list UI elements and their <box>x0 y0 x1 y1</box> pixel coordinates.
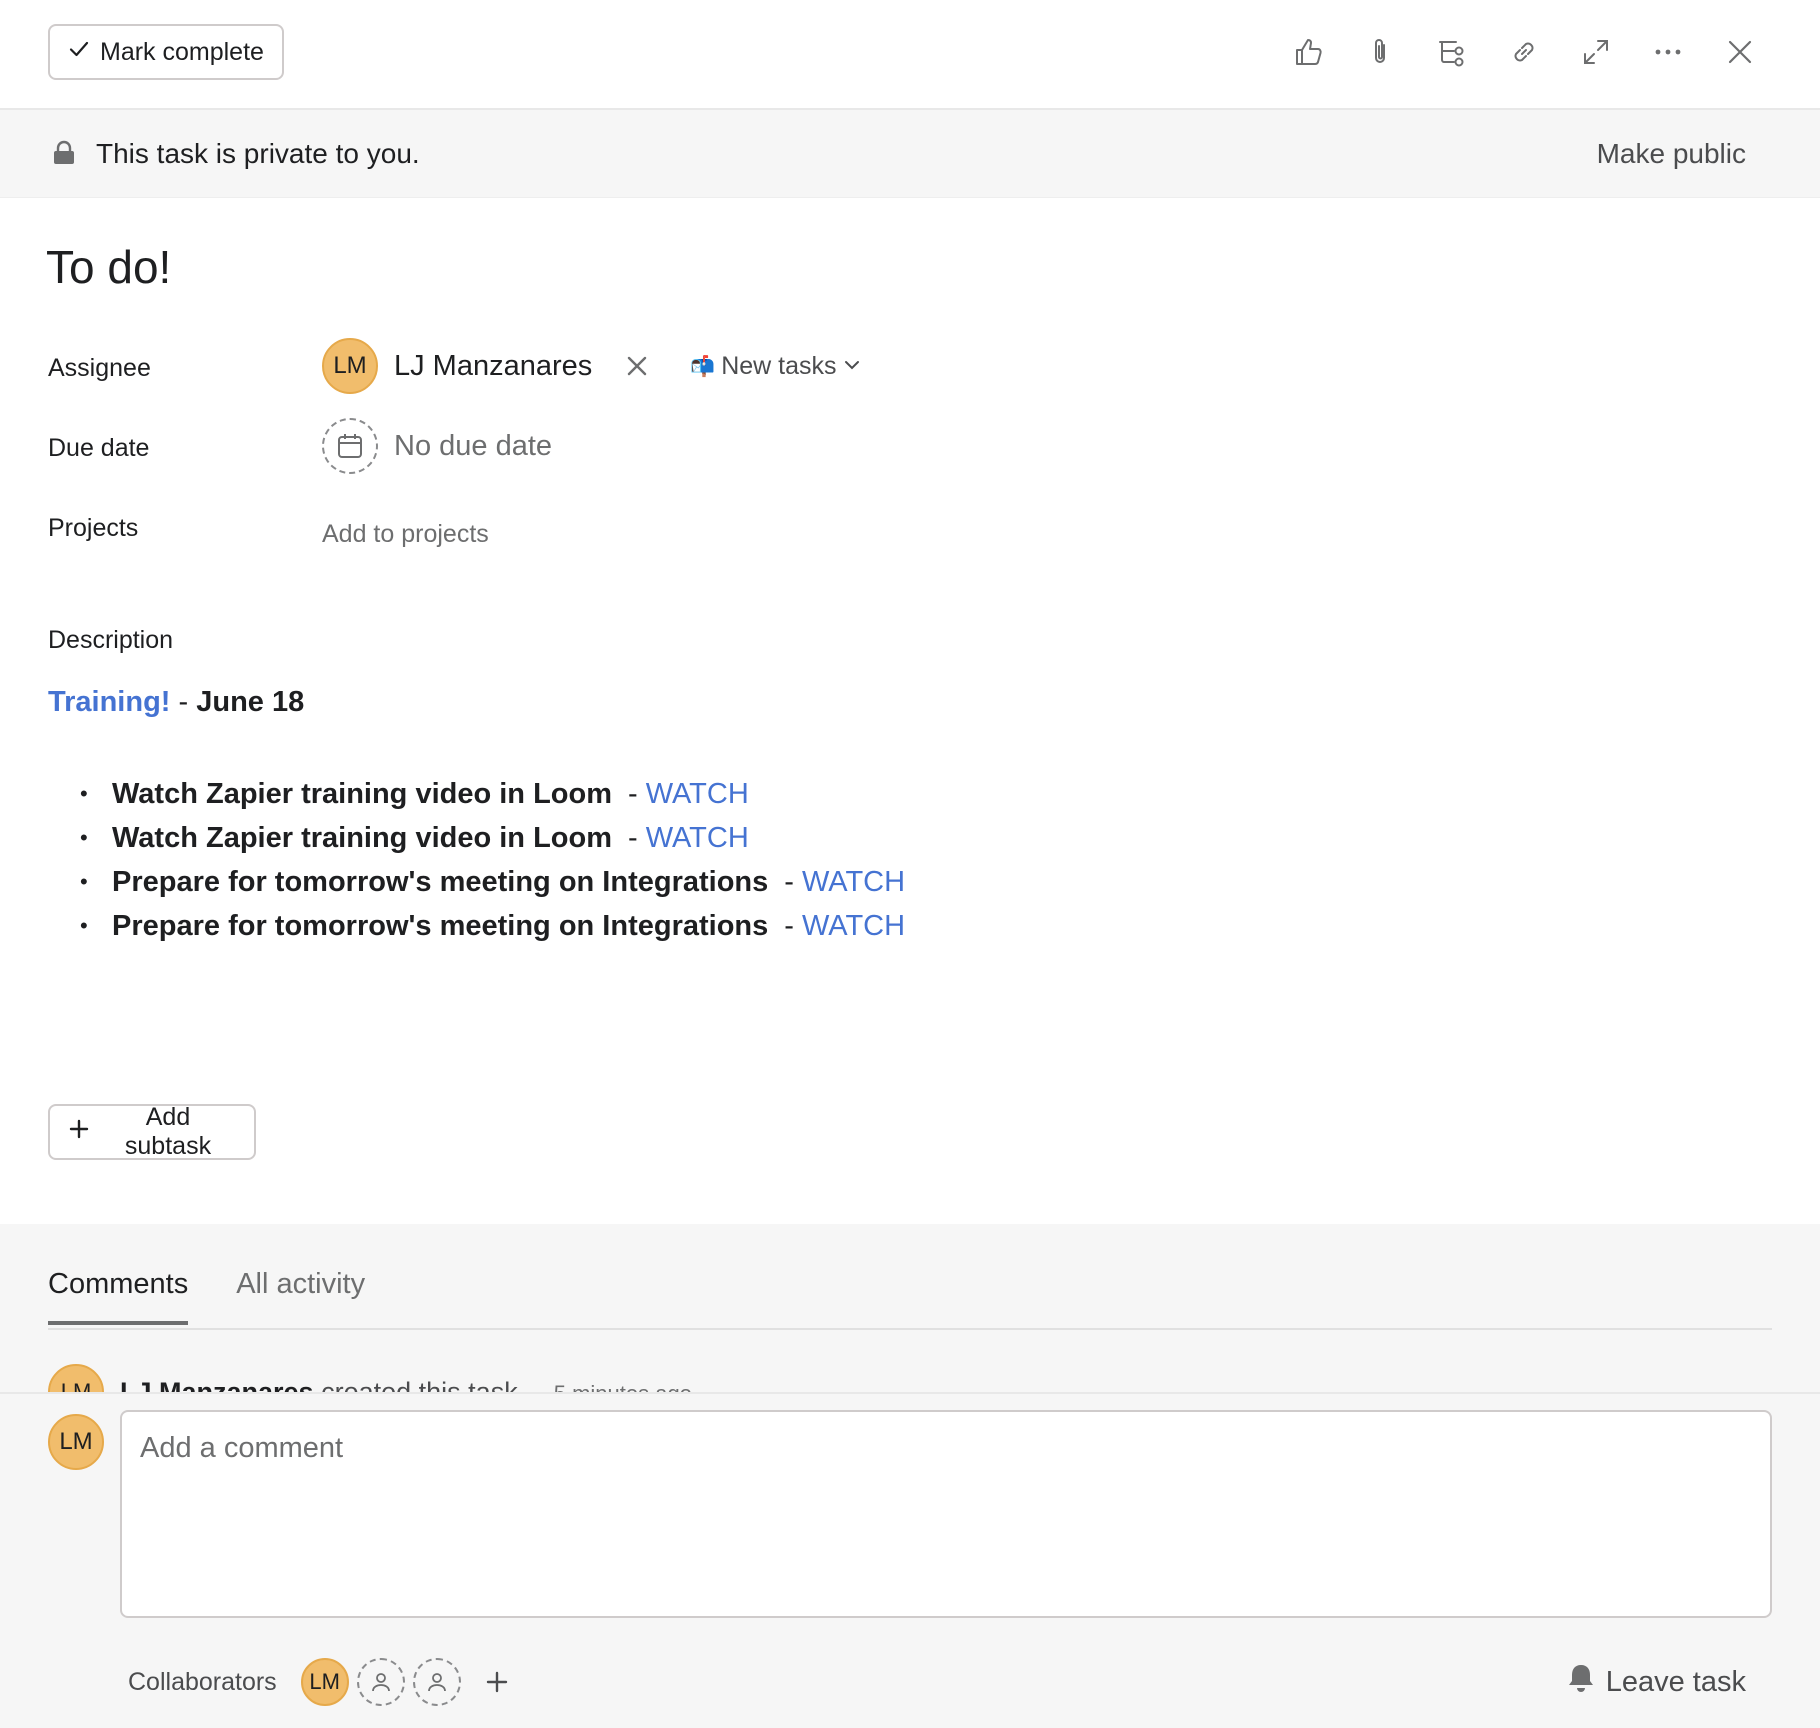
person-icon[interactable] <box>412 1658 461 1706</box>
more-icon[interactable] <box>1644 28 1692 76</box>
person-icon[interactable] <box>356 1658 405 1706</box>
assignee-label: Assignee <box>48 354 151 382</box>
list-item: • Watch Zapier training video in Loom - … <box>80 816 905 860</box>
list-item-text: Watch Zapier training video in Loom <box>112 777 613 810</box>
training-link[interactable]: Training! <box>48 686 170 718</box>
link-icon[interactable] <box>1500 28 1548 76</box>
tab-comments[interactable]: Comments <box>48 1268 189 1325</box>
description-list: • Watch Zapier training video in Loom - … <box>80 772 905 948</box>
watch-link[interactable]: WATCH <box>802 866 905 899</box>
toolbar-actions <box>1284 28 1764 76</box>
avatar: LM <box>48 1414 104 1470</box>
watch-link[interactable]: WATCH <box>646 822 749 855</box>
comment-composer: LM Collaborators LM Leave task <box>0 1392 1820 1728</box>
collaborators: Collaborators LM <box>128 1658 509 1706</box>
task-title[interactable]: To do! <box>46 240 171 294</box>
list-item: • Prepare for tomorrow's meeting on Inte… <box>80 860 905 904</box>
bullet: • <box>80 825 88 850</box>
attachment-icon[interactable] <box>1356 28 1404 76</box>
list-item-separator: - <box>784 865 794 898</box>
list-item: • Watch Zapier training video in Loom - … <box>80 772 905 816</box>
mark-complete-label: Mark complete <box>100 37 264 66</box>
bullet: • <box>80 781 88 806</box>
collaborators-label: Collaborators <box>128 1667 277 1696</box>
heading-date: June 18 <box>196 686 305 718</box>
comment-input[interactable] <box>120 1410 1772 1618</box>
due-date-field[interactable]: No due date <box>322 418 552 474</box>
mailbox-icon: 📬 <box>690 355 716 378</box>
lock-icon <box>52 140 76 171</box>
watch-link[interactable]: WATCH <box>646 778 749 811</box>
assignee-name[interactable]: LJ Manzanares <box>394 350 592 383</box>
plus-icon <box>68 1118 90 1147</box>
description-label: Description <box>48 626 174 654</box>
list-item-separator: - <box>784 909 794 942</box>
list-item-text: Prepare for tomorrow's meeting on Integr… <box>112 865 769 898</box>
heading-separator: - <box>178 686 189 718</box>
list-item-text: Watch Zapier training video in Loom <box>112 821 613 854</box>
bell-icon <box>1566 1662 1596 1702</box>
privacy-banner: This task is private to you. Make public <box>0 110 1820 198</box>
like-icon[interactable] <box>1284 28 1332 76</box>
leave-task-label: Leave task <box>1605 1665 1746 1698</box>
list-item-separator: - <box>628 777 638 810</box>
due-date-label: Due date <box>48 434 150 462</box>
subtask-icon[interactable] <box>1428 28 1476 76</box>
collaborator-avatar[interactable]: LM <box>300 1658 349 1706</box>
description-heading: Training! - June 18 <box>48 686 304 719</box>
add-subtask-label: Add subtask <box>124 1103 212 1160</box>
section-dropdown[interactable]: 📬 New tasks <box>690 352 860 381</box>
assignee-field[interactable]: LM LJ Manzanares 📬 New tasks <box>322 338 861 394</box>
remove-assignee-icon[interactable] <box>626 355 648 377</box>
list-item-separator: - <box>628 821 638 854</box>
task-toolbar: Mark complete <box>0 0 1820 110</box>
chevron-down-icon <box>843 352 861 381</box>
avatar: LM <box>322 338 378 394</box>
list-item: • Prepare for tomorrow's meeting on Inte… <box>80 904 905 948</box>
check-icon <box>68 38 90 67</box>
tab-all-activity[interactable]: All activity <box>236 1268 365 1325</box>
projects-label: Projects <box>48 514 139 542</box>
privacy-message: This task is private to you. <box>96 138 420 169</box>
calendar-icon <box>322 418 378 474</box>
due-date-value: No due date <box>394 429 553 462</box>
mark-complete-button[interactable]: Mark complete <box>48 24 284 80</box>
leave-task-button[interactable]: Leave task <box>1566 1658 1746 1706</box>
bullet: • <box>80 913 88 938</box>
make-public-button[interactable]: Make public <box>1597 138 1746 170</box>
list-item-text: Prepare for tomorrow's meeting on Integr… <box>112 909 769 942</box>
bullet: • <box>80 869 88 894</box>
tabs-divider <box>48 1328 1772 1330</box>
close-icon[interactable] <box>1716 28 1764 76</box>
activity-tabs: Comments All activity <box>48 1268 365 1325</box>
expand-icon[interactable] <box>1572 28 1620 76</box>
add-subtask-button[interactable]: Add subtask <box>48 1103 256 1160</box>
add-to-projects-button[interactable]: Add to projects <box>322 520 489 549</box>
watch-link[interactable]: WATCH <box>802 910 905 943</box>
section-name: New tasks <box>721 351 837 380</box>
add-collaborator-icon[interactable] <box>485 1670 509 1694</box>
